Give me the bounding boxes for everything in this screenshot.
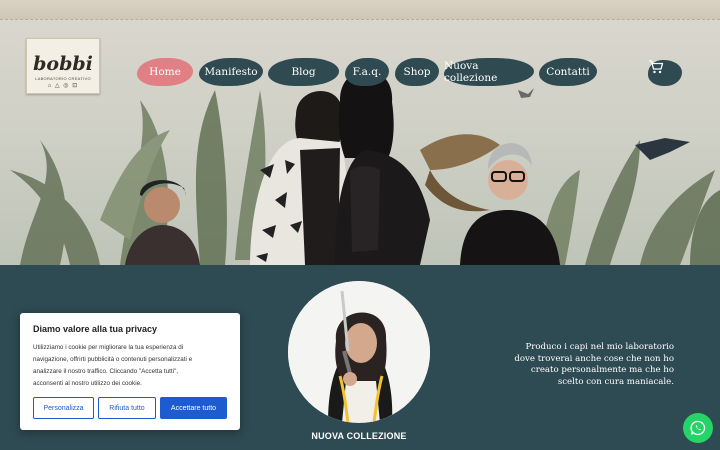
intro-text: Produco i capi nel mio laboratorio dove … — [492, 342, 674, 388]
intro-line: scelto con cura maniacale. — [557, 376, 674, 387]
nav-faq[interactable]: F.a.q. — [345, 58, 389, 86]
nav-nuova-collezione[interactable]: Nuova collezione — [444, 58, 534, 86]
nav-shop[interactable]: Shop — [395, 58, 439, 86]
nav-contatti[interactable]: Contatti — [539, 58, 597, 86]
intro-line: creato personalmente ma che ho — [530, 365, 674, 375]
accept-all-button[interactable]: Accettare tutto — [160, 397, 227, 419]
cookie-description: Utilizziamo i cookie per migliorare la t… — [33, 342, 231, 390]
top-strip — [0, 0, 720, 20]
cookie-text-line: analizzare il nostro traffico. Cliccando… — [33, 368, 179, 375]
customize-button[interactable]: Personalizza — [33, 397, 94, 419]
hero-banner: bobbi LABORATORIO CREATIVO ⌂ △ ◎ ⊡ Home … — [0, 20, 720, 265]
cookie-banner: Diamo valore alla tua privacy Utilizziam… — [20, 313, 240, 430]
collection-label[interactable]: NUOVA COLLEZIONE — [288, 431, 430, 441]
logo-name: bobbi — [33, 53, 93, 75]
logo-tagline: LABORATORIO CREATIVO — [35, 76, 91, 81]
cart-icon — [649, 60, 664, 74]
hero-photo — [10, 68, 720, 265]
nav-blog[interactable]: Blog — [268, 58, 339, 86]
collection-portrait[interactable] — [288, 281, 430, 423]
portrait-photo — [288, 281, 430, 423]
site-logo[interactable]: bobbi LABORATORIO CREATIVO ⌂ △ ◎ ⊡ — [26, 38, 100, 94]
cookie-text-line: navigazione, offrirti pubblicità o conte… — [33, 356, 193, 363]
cookie-text-line: Utilizziamo i cookie per migliorare la t… — [33, 344, 184, 351]
cookie-title: Diamo valore alla tua privacy — [33, 324, 158, 334]
nav-home[interactable]: Home — [137, 58, 193, 86]
whatsapp-button[interactable] — [683, 413, 713, 443]
intro-line: Produco i capi nel mio laboratorio — [525, 342, 674, 352]
cart-button[interactable] — [648, 60, 682, 86]
whatsapp-icon — [690, 420, 706, 436]
nav-manifesto[interactable]: Manifesto — [199, 58, 263, 86]
reject-all-button[interactable]: Rifiuta tutto — [98, 397, 156, 419]
laundry-symbols-icon: ⌂ △ ◎ ⊡ — [47, 83, 79, 89]
cookie-text-line: acconsenti al nostro utilizzo dei cookie… — [33, 380, 142, 387]
intro-line: dove troverai anche cose che non ho — [514, 353, 674, 364]
